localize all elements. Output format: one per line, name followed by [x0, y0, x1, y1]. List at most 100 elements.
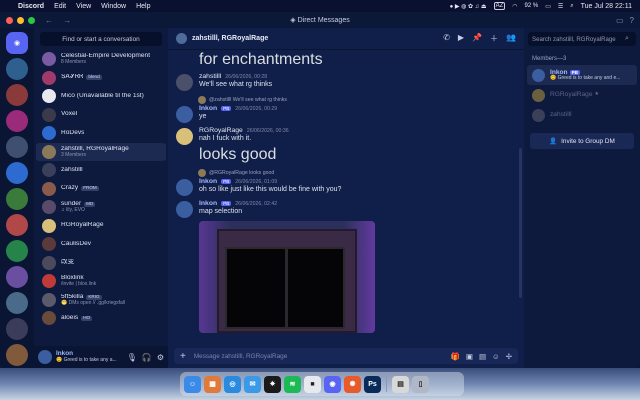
invite-to-group-dm-button[interactable]: 👤 Invite to Group DM — [530, 133, 634, 149]
dm-item[interactable]: 5ft5killa KRIG 😁 DMs open // .gg/kriegsfal… — [36, 291, 166, 310]
chat-header: zahstilll, RGRoyalRage ✆ ▶ 📌 ＋ 👥 — [168, 28, 524, 50]
dm-item[interactable]: Celestial-Empire Development 8 Members — [36, 50, 166, 69]
server-icon[interactable] — [6, 188, 28, 210]
battery-icon[interactable]: ▭ — [545, 3, 551, 10]
dock-icon-roblox[interactable]: ■ — [304, 375, 321, 393]
sticker-icon[interactable]: ▤ — [479, 352, 486, 361]
dm-item[interactable]: zahstilll — [36, 161, 166, 180]
member-item[interactable]: zahstilll — [527, 105, 637, 125]
dock-icon-roblox-studio[interactable]: ✺ — [344, 375, 361, 393]
reply-preview[interactable]: @RGRoyalRage looks good — [198, 169, 516, 177]
server-icon[interactable] — [6, 136, 28, 158]
message-avatar[interactable] — [176, 74, 193, 91]
settings-gear-icon[interactable]: ⚙ — [157, 353, 164, 362]
message-input[interactable] — [193, 352, 443, 360]
user-info[interactable]: Inkon 😊 Greed is to take any a... — [56, 350, 117, 363]
dock-icon-mail[interactable]: ✉ — [244, 375, 261, 393]
find-conversation-button[interactable]: Find or start a conversation — [40, 32, 162, 46]
clock[interactable]: Tue Jul 28 22:11 — [581, 3, 632, 10]
dm-item[interactable]: Crazy FROM — [36, 180, 166, 199]
dock-icon-chatgpt[interactable]: ✷ — [264, 375, 281, 393]
search-input[interactable] — [532, 35, 622, 43]
reply-preview[interactable]: @zahstilll We'll see what rg thinks — [198, 96, 516, 104]
dm-item[interactable]: RGRoyalRage — [36, 217, 166, 236]
add-friends-icon[interactable]: ＋ — [490, 33, 498, 44]
battery-percent[interactable]: 92 % — [525, 3, 539, 9]
server-icon[interactable] — [6, 240, 28, 262]
discord-window: ← → ◈ Direct Messages ▭ ? ◉ Find or star… — [0, 12, 640, 368]
dock-icon-finder[interactable]: ☺ — [184, 375, 201, 393]
control-center-icon[interactable]: ☰ — [558, 3, 563, 10]
gif-icon[interactable]: ▣ — [466, 352, 473, 361]
gift-icon[interactable]: 🎁 — [451, 352, 460, 361]
microphone-icon[interactable]: 🎙 — [127, 353, 137, 362]
dm-item[interactable]: 改变 — [36, 254, 166, 273]
user-avatar[interactable] — [38, 350, 52, 364]
dock-icon-launchpad[interactable]: ▦ — [204, 375, 221, 393]
server-icon[interactable] — [6, 318, 28, 340]
chat-area: zahstilll, RGRoyalRage ✆ ▶ 📌 ＋ 👥 for enc… — [168, 28, 524, 368]
dm-item[interactable]: sunder MD ♫ lily, EVO — [36, 198, 166, 217]
server-icon[interactable] — [6, 84, 28, 106]
spotlight-icon[interactable]: ⌕ — [570, 3, 573, 10]
dm-item[interactable]: CaulisDev — [36, 235, 166, 254]
attach-plus-icon[interactable]: + — [180, 351, 186, 362]
message-body: RGRoyalRage 26/06/2026, 00:36 nah I fuck w… — [199, 127, 289, 145]
message-avatar[interactable] — [176, 106, 193, 123]
video-call-icon[interactable]: ▶ — [458, 33, 464, 44]
message-author[interactable]: zahstilll — [199, 73, 221, 80]
status-icons[interactable]: ● ▶ ◍ ✿ ♫ ⏏ — [450, 3, 487, 10]
message-avatar[interactable] — [176, 179, 193, 196]
server-icon[interactable] — [6, 292, 28, 314]
dock-icon-photoshop[interactable]: Ps — [364, 375, 381, 393]
message-author[interactable]: Inkon — [199, 200, 217, 207]
dm-item[interactable]: zahstilll, RGRoyalRage 3 Members — [36, 142, 166, 161]
input-source-badge[interactable]: AZ — [493, 2, 506, 10]
member-item[interactable]: RGRoyalRage ★ — [527, 85, 637, 105]
server-icon[interactable] — [6, 344, 28, 366]
apps-icon[interactable]: ✢ — [506, 352, 512, 361]
dm-avatar — [42, 218, 56, 233]
server-icon[interactable] — [6, 58, 28, 80]
server-icon[interactable] — [6, 162, 28, 184]
dm-item[interactable]: ՏᎪᎽᏒᏒ blend — [36, 69, 166, 88]
menu-window[interactable]: Window — [101, 3, 126, 10]
member-list-icon[interactable]: 👥 — [506, 33, 516, 44]
dock-icon-documents[interactable]: ▤ — [392, 375, 409, 393]
message-author[interactable]: Inkon — [199, 105, 217, 112]
server-icon[interactable] — [6, 214, 28, 236]
app-menu[interactable]: Discord — [18, 3, 44, 10]
dock-icon-safari[interactable]: ◎ — [224, 375, 241, 393]
server-icon[interactable] — [6, 110, 28, 132]
dm-item[interactable]: aloeis HO — [36, 309, 166, 328]
member-item[interactable]: Inkon PB 😊 Greed is to take any and e... — [527, 65, 637, 85]
dock-icon-spotify[interactable]: ≋ — [284, 375, 301, 393]
dock-icon-trash[interactable]: ▯ — [412, 375, 429, 393]
menu-edit[interactable]: Edit — [54, 3, 66, 10]
dm-item[interactable]: Voxel — [36, 106, 166, 125]
headphones-icon[interactable]: 🎧 — [142, 353, 152, 362]
message-avatar[interactable] — [176, 201, 193, 218]
chat-title[interactable]: zahstilll, RGRoyalRage — [192, 35, 268, 42]
dock-icon-discord[interactable]: ◉ — [324, 375, 341, 393]
dm-name-text: zahstilll — [61, 166, 83, 173]
voice-call-icon[interactable]: ✆ — [443, 33, 450, 44]
emoji-icon[interactable]: ☺ — [492, 352, 500, 361]
dm-item[interactable]: RoDevs — [36, 124, 166, 143]
message-author[interactable]: RGRoyalRage — [199, 127, 243, 134]
wifi-icon[interactable]: ◠ — [512, 3, 517, 10]
message-scrollbar[interactable] — [519, 148, 522, 298]
menu-view[interactable]: View — [76, 3, 91, 10]
dm-name: CaulisDev — [61, 241, 91, 248]
dm-item[interactable]: Bloxlink/invite | blox.link — [36, 272, 166, 291]
message-avatar[interactable] — [176, 128, 193, 145]
server-icon[interactable] — [6, 266, 28, 288]
image-attachment[interactable] — [199, 221, 375, 333]
dm-item[interactable]: Mico (Unavailable til the 1st) — [36, 87, 166, 106]
pinned-messages-icon[interactable]: 📌 — [472, 33, 482, 44]
server-icon[interactable]: ◉ — [6, 32, 28, 54]
search-bar[interactable]: ⌕ — [528, 32, 636, 46]
message: zahstilll 26/06/2026, 00:28 We'll see what… — [176, 73, 516, 91]
menu-help[interactable]: Help — [136, 3, 150, 10]
message-author[interactable]: Inkon — [199, 178, 217, 185]
